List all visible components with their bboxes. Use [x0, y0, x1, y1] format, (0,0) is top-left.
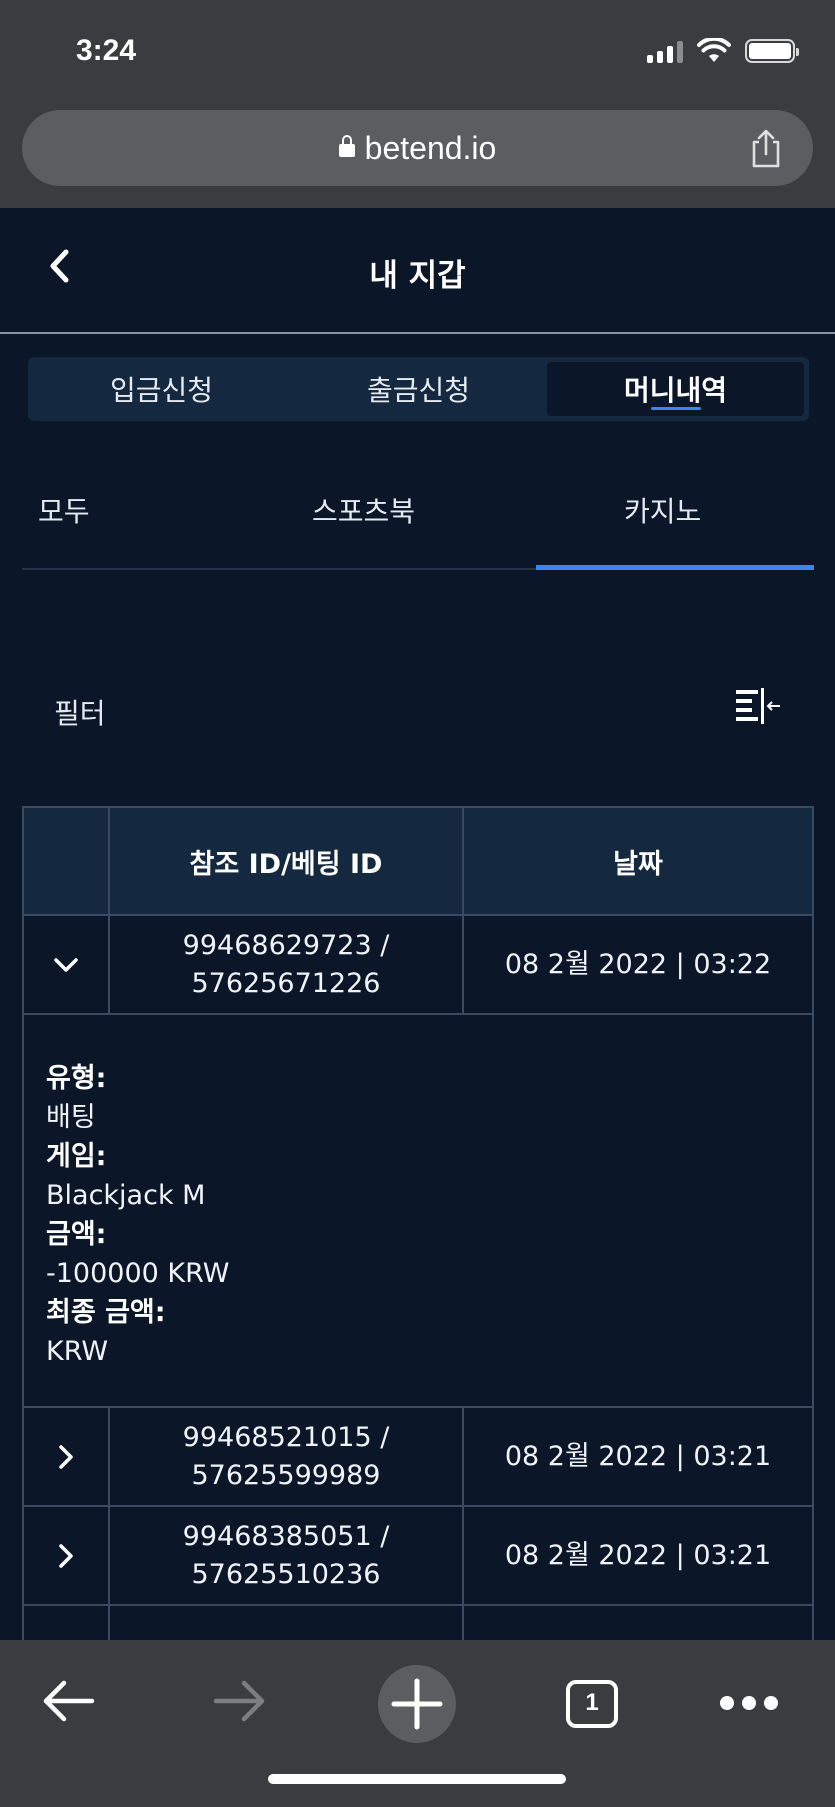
ref-id: 99468385051 /	[182, 1520, 390, 1552]
date-cell: 08 2월 2022 | 03:21	[504, 1440, 772, 1472]
address-bar[interactable]: betend.io	[22, 110, 813, 186]
bet-id: 57625510236	[191, 1558, 381, 1590]
history-subtabs: 모두 스포츠북 카지노	[22, 474, 814, 570]
tab-withdraw-request[interactable]: 출금신청	[290, 362, 547, 416]
more-icon[interactable]	[720, 1690, 780, 1716]
browser-top-bar: 3:24 betend.io	[0, 0, 835, 208]
subtab-sportsbook[interactable]: 스포츠북	[312, 490, 415, 530]
date-cell: 08 2월 2022 | 03:22	[504, 948, 772, 980]
ref-id: 99468521015 /	[182, 1421, 390, 1453]
chevron-down-icon	[54, 957, 78, 972]
expand-toggle[interactable]	[24, 1408, 110, 1505]
detail-amount-value: -100000 KRW	[46, 1258, 230, 1289]
status-time: 3:24	[76, 34, 137, 67]
cellular-signal-icon	[647, 39, 683, 63]
date-cell: 08 2월 2022 | 03:21	[504, 1539, 772, 1571]
header-expand-col	[24, 808, 110, 914]
detail-game-value: Blackjack M	[46, 1180, 206, 1211]
wallet-tabs: 입금신청 출금신청 머니내역	[28, 357, 809, 421]
home-indicator	[268, 1774, 566, 1784]
ref-id-cell: 99468629723 / 57625671226	[110, 916, 464, 1013]
subtab-casino[interactable]: 카지노	[624, 490, 701, 530]
subtab-all[interactable]: 모두	[38, 490, 90, 530]
ref-id: 99468629723 /	[182, 929, 390, 961]
app-header: 내 지갑	[0, 208, 835, 334]
table-row[interactable]: 99468385051 / 57625510236 08 2월 2022 | 0…	[24, 1507, 812, 1606]
page-title: 내 지갑	[369, 258, 466, 294]
detail-amount-label: 금액:	[46, 1219, 107, 1250]
url-text: betend.io	[364, 129, 497, 166]
filter-label: 필터	[54, 697, 106, 730]
forward-arrow-icon[interactable]	[212, 1678, 268, 1724]
partial-cell	[24, 1606, 110, 1644]
table-row[interactable]: 99468521015 / 57625599989 08 2월 2022 | 0…	[24, 1408, 812, 1507]
new-tab-button[interactable]	[378, 1665, 456, 1743]
share-icon[interactable]	[749, 128, 783, 168]
tab-count: 1	[585, 1689, 599, 1716]
chevron-right-icon	[59, 1444, 73, 1469]
table-row[interactable]: 99468629723 / 57625671226 08 2월 2022 | 0…	[24, 916, 812, 1015]
partial-cell	[110, 1606, 464, 1644]
expand-toggle[interactable]	[24, 916, 110, 1013]
tab-deposit-request[interactable]: 입금신청	[33, 362, 290, 416]
bet-id: 57625599989	[191, 1459, 381, 1491]
history-table: 참조 ID/베팅 ID 날짜 99468629723 / 57625671226…	[22, 806, 814, 1646]
detail-final-value: KRW	[46, 1336, 109, 1367]
wifi-icon	[697, 38, 731, 62]
detail-type-label: 유형:	[46, 1063, 107, 1094]
partial-cell	[464, 1606, 812, 1644]
header-ref-id: 참조 ID/베팅 ID	[110, 808, 464, 914]
chevron-right-icon	[59, 1543, 73, 1568]
filter-collapse-icon[interactable]	[734, 686, 782, 728]
ref-id-cell: 99468385051 / 57625510236	[110, 1507, 464, 1604]
subtab-active-indicator	[536, 565, 814, 570]
battery-icon	[745, 39, 799, 63]
header-date: 날짜	[613, 848, 663, 880]
row-detail-panel: 유형: 배팅 게임: Blackjack M 금액: -100000 KRW 최…	[24, 1015, 812, 1408]
bet-id: 57625671226	[191, 967, 381, 999]
table-header: 참조 ID/베팅 ID 날짜	[24, 808, 812, 916]
ref-id-cell: 99468521015 / 57625599989	[110, 1408, 464, 1505]
tab-money-history[interactable]: 머니내역	[547, 362, 804, 416]
expand-toggle[interactable]	[24, 1507, 110, 1604]
detail-game-label: 게임:	[46, 1141, 107, 1172]
plus-icon	[391, 1678, 443, 1730]
detail-final-label: 최종 금액:	[46, 1297, 166, 1328]
status-icons	[647, 38, 799, 64]
lock-icon	[338, 135, 355, 159]
tabs-button[interactable]: 1	[566, 1680, 618, 1728]
detail-type-value: 배팅	[46, 1102, 96, 1133]
back-arrow-icon[interactable]	[40, 1678, 96, 1724]
